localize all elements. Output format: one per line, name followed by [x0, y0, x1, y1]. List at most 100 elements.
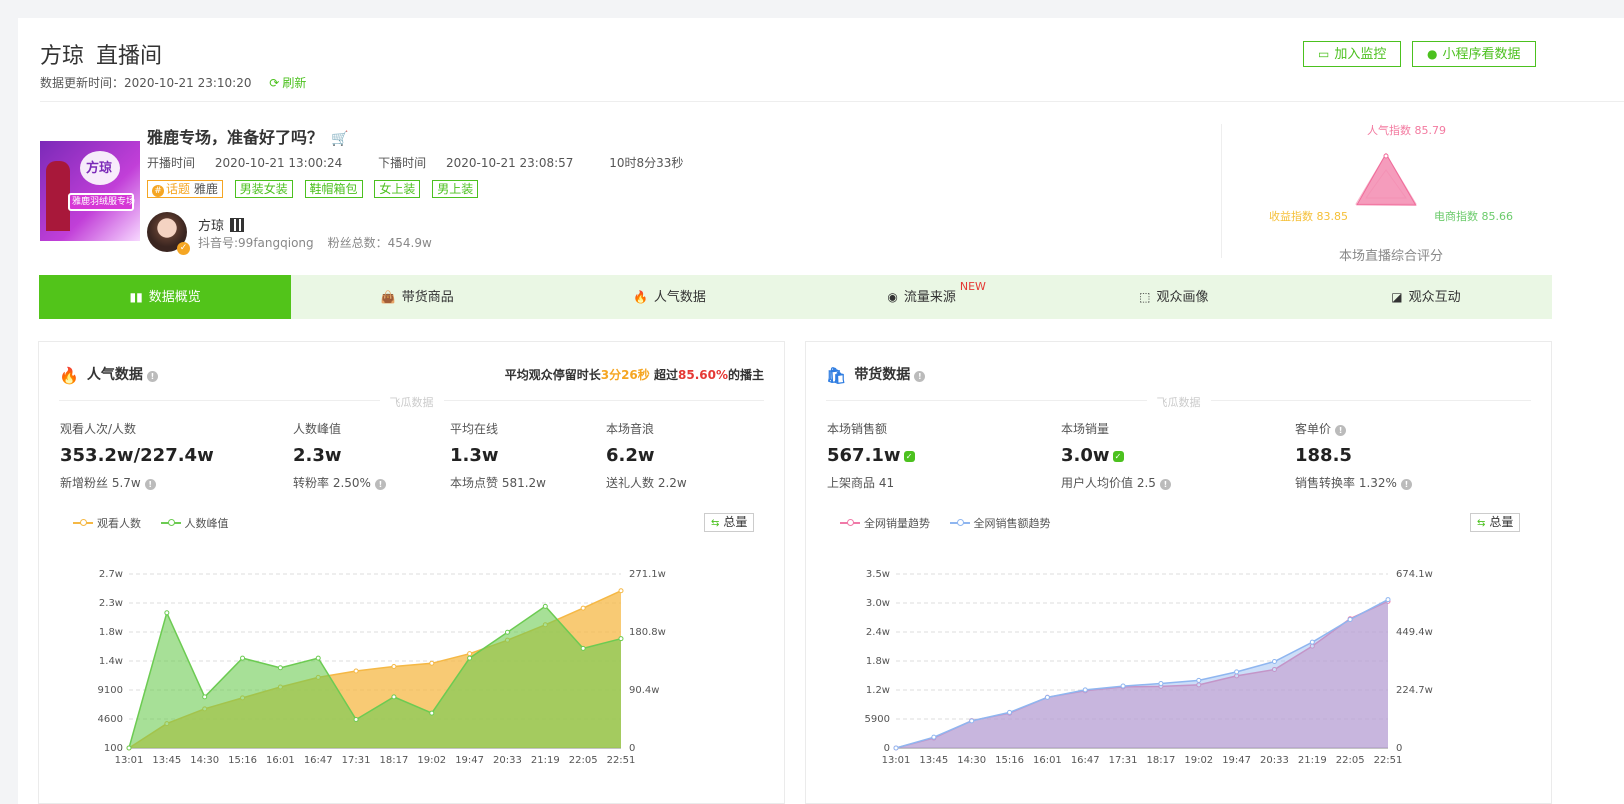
total-toggle-button[interactable]: ⇆ 总量: [1470, 513, 1521, 532]
kpi-row: 本场销售额 567.1w ✓ 上架商品 41 本场销量 3.0w ✓ 用户人均价值 …: [827, 420, 1531, 500]
kpi-label: 平均在线: [450, 422, 499, 436]
add-monitor-label: 加入监控: [1334, 47, 1387, 62]
anchor-name: 方琼: [198, 215, 245, 234]
verified-check-icon: ✓: [1112, 451, 1124, 462]
data-point: [467, 655, 473, 661]
kpi-sub: 转粉率 2.50%!: [293, 474, 386, 491]
header-divider: [40, 101, 1624, 102]
y-tick-left: 2.7w: [99, 569, 123, 580]
kpi-sub: 新增粉丝 5.7w!: [60, 474, 214, 491]
kpi-sub: 销售转换率 1.32%!: [1295, 474, 1412, 491]
hashtag-icon: #: [152, 185, 164, 197]
legend-marker: [160, 519, 181, 526]
legend-item[interactable]: 全网销量趋势: [840, 517, 930, 530]
category-tag[interactable]: 鞋帽箱包: [304, 180, 363, 198]
live-cover[interactable]: 方琼 雅鹿羽绒服专场: [40, 141, 140, 241]
y-tick-left: 1.2w: [866, 685, 890, 696]
kpi-label-text: 客单价: [1295, 422, 1332, 436]
y-tick-right: 0: [1396, 743, 1402, 754]
tab-audience[interactable]: ⬚ 观众画像: [1048, 275, 1300, 319]
data-point: [893, 745, 899, 751]
mini-program-button[interactable]: ● 小程序看数据: [1412, 41, 1536, 67]
x-tick-label: 13:45: [152, 755, 181, 766]
data-point: [1044, 694, 1050, 700]
info-icon[interactable]: !: [146, 371, 158, 382]
verified-icon: ✓: [177, 242, 190, 255]
total-toggle-button[interactable]: ⇆ 总量: [704, 513, 755, 532]
update-label: 数据更新时间：: [40, 76, 125, 90]
live-time: 开播时间 2020-10-21 13:00:24 下播时间 2020-10-21…: [147, 154, 699, 171]
y-tick-left: 1.8w: [866, 656, 890, 667]
kpi-row: 观看人次/人数 353.2w/227.4w 新增粉丝 5.7w! 人数峰值 2.…: [60, 420, 764, 500]
qr-code-icon[interactable]: [230, 218, 245, 232]
legend-item[interactable]: 人数峰值: [160, 517, 229, 530]
x-tick-label: 17:31: [342, 755, 371, 766]
anchor-name-text: 方琼: [198, 219, 225, 234]
cover-subtitle: 雅鹿羽绒服专场: [72, 197, 136, 207]
cart-icon[interactable]: 🛒: [331, 131, 348, 147]
tab-products[interactable]: 👜 带货商品: [291, 275, 543, 319]
data-point: [1234, 669, 1240, 675]
tab-popularity[interactable]: 🔥 人气数据: [543, 275, 795, 319]
topic-tag[interactable]: # 话题 雅鹿: [147, 180, 223, 198]
kpi-value: 567.1w ✓: [827, 445, 915, 466]
start-time: 2020-10-21 13:00:24: [214, 156, 343, 170]
topic-value: 雅鹿: [193, 182, 218, 196]
toggle-icon: ⇆: [711, 518, 720, 529]
x-tick-label: 20:33: [1260, 755, 1289, 766]
radar-area: [1356, 152, 1417, 206]
data-point: [391, 663, 397, 669]
data-point: [580, 645, 586, 651]
x-tick-label: 15:16: [995, 755, 1024, 766]
legend-label: 观看人数: [97, 517, 141, 530]
category-tag[interactable]: 女上装: [374, 180, 421, 198]
tab-traffic[interactable]: ◉ 流量来源 NEW: [796, 275, 1048, 319]
kpi-sub: 用户人均价值 2.5!: [1061, 474, 1171, 491]
y-tick-right: 449.4w: [1396, 627, 1433, 638]
info-icon[interactable]: !: [1400, 479, 1412, 490]
info-icon[interactable]: !: [1159, 479, 1171, 490]
info-icon[interactable]: !: [914, 371, 926, 382]
tab-label: 流量来源: [903, 290, 956, 305]
info-icon[interactable]: !: [144, 479, 156, 490]
card-title: 🛍 带货数据!: [826, 364, 926, 385]
add-monitor-button[interactable]: ▭ 加入监控: [1303, 41, 1402, 67]
category-tag[interactable]: 男上装: [432, 180, 479, 198]
data-point: [391, 694, 397, 700]
series-area: [896, 599, 1388, 748]
tab-label: 观众互动: [1408, 290, 1461, 305]
data-point: [969, 718, 975, 724]
tab-overview[interactable]: ▮▮ 数据概览: [39, 275, 292, 319]
data-point: [1120, 683, 1126, 689]
data-point: [580, 605, 586, 611]
info-icon[interactable]: !: [374, 479, 386, 490]
info-icon[interactable]: !: [1335, 425, 1347, 436]
legend-item[interactable]: 全网销售额趋势: [949, 517, 1051, 530]
link-icon: ●: [1427, 47, 1438, 61]
x-tick-label: 22:51: [1374, 755, 1403, 766]
x-tick-label: 14:30: [190, 755, 219, 766]
data-point: [315, 655, 321, 661]
refresh-button[interactable]: ⟳ 刷新: [269, 76, 306, 90]
y-tick-left: 2.4w: [866, 627, 890, 638]
data-point: [1158, 680, 1164, 686]
kpi-sub: 送礼人数 2.2w: [606, 476, 687, 490]
verified-check-icon: ✓: [903, 451, 915, 462]
x-tick-label: 19:02: [417, 755, 446, 766]
data-point: [240, 655, 246, 661]
new-badge: NEW: [959, 280, 986, 293]
kpi-label: 本场销售额: [827, 422, 888, 436]
x-tick-label: 22:51: [607, 755, 636, 766]
bar-chart-icon: ▮▮: [129, 290, 143, 304]
data-point: [618, 588, 624, 594]
legend-item[interactable]: 观看人数: [73, 517, 141, 530]
x-tick-label: 19:47: [455, 755, 484, 766]
category-tag[interactable]: 男装女装: [234, 180, 293, 198]
flame-icon: 🔥: [632, 290, 648, 304]
data-point: [542, 603, 548, 609]
legend-marker: [73, 519, 93, 526]
kpi-views: 观看人次/人数 353.2w/227.4w 新增粉丝 5.7w!: [60, 420, 214, 491]
data-point: [1196, 677, 1202, 683]
tab-interaction[interactable]: ◪ 观众互动: [1300, 275, 1552, 319]
legend-label: 全网销量趋势: [864, 517, 930, 530]
